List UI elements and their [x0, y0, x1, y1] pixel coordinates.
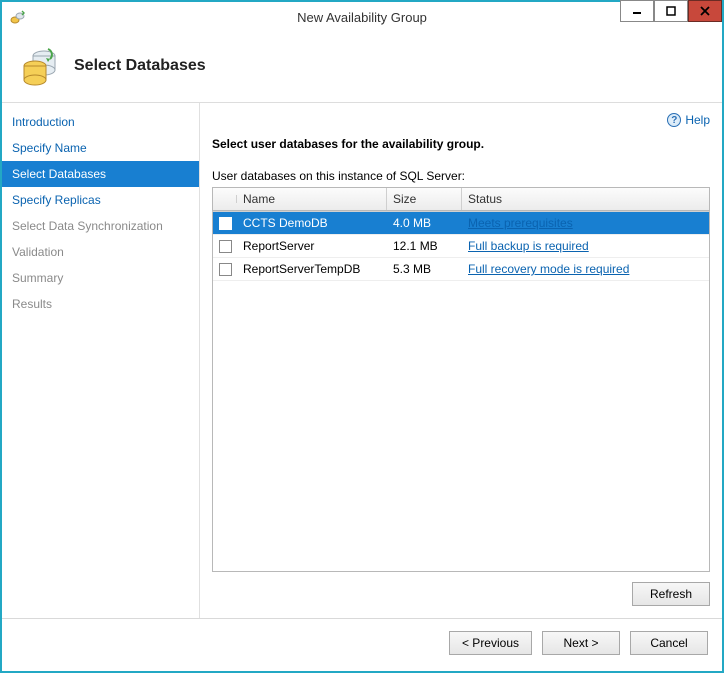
title-bar: New Availability Group: [2, 2, 722, 32]
page-title: Select Databases: [74, 57, 206, 75]
database-icon: [20, 46, 60, 86]
wizard-body: Introduction Specify Name Select Databas…: [2, 103, 722, 618]
row-size: 4.0 MB: [387, 212, 462, 234]
sidebar-item-select-databases[interactable]: Select Databases: [2, 161, 199, 187]
help-link[interactable]: ? Help: [212, 111, 710, 137]
database-grid-header: Name Size Status: [212, 187, 710, 212]
database-grid-body[interactable]: ✔ CCTS DemoDB 4.0 MB Meets prerequisites…: [212, 212, 710, 572]
refresh-button[interactable]: Refresh: [632, 582, 710, 606]
row-checkbox[interactable]: [219, 263, 232, 276]
wizard-header: Select Databases: [2, 32, 722, 103]
row-name: ReportServerTempDB: [237, 258, 387, 280]
help-label: Help: [685, 113, 710, 127]
table-row[interactable]: ✔ CCTS DemoDB 4.0 MB Meets prerequisites: [213, 212, 709, 235]
sidebar-item-validation: Validation: [2, 239, 199, 265]
row-name: CCTS DemoDB: [237, 212, 387, 234]
next-button[interactable]: Next >: [542, 631, 620, 655]
col-size[interactable]: Size: [387, 188, 462, 210]
wizard-footer: < Previous Next > Cancel: [2, 618, 722, 671]
sidebar-item-specify-name[interactable]: Specify Name: [2, 135, 199, 161]
row-size: 12.1 MB: [387, 235, 462, 257]
sidebar-item-specify-replicas[interactable]: Specify Replicas: [2, 187, 199, 213]
row-status-link[interactable]: Full recovery mode is required: [468, 262, 629, 276]
previous-button[interactable]: < Previous: [449, 631, 532, 655]
sidebar: Introduction Specify Name Select Databas…: [2, 103, 200, 618]
row-checkbox[interactable]: [219, 240, 232, 253]
minimize-button[interactable]: [620, 0, 654, 22]
row-status-link[interactable]: Full backup is required: [468, 239, 589, 253]
maximize-button[interactable]: [654, 0, 688, 22]
list-label: User databases on this instance of SQL S…: [212, 169, 710, 183]
sidebar-item-results: Results: [2, 291, 199, 317]
col-name[interactable]: Name: [237, 188, 387, 210]
row-name: ReportServer: [237, 235, 387, 257]
table-row[interactable]: ReportServer 12.1 MB Full backup is requ…: [213, 235, 709, 258]
col-status[interactable]: Status: [462, 188, 709, 210]
row-checkbox[interactable]: ✔: [219, 217, 232, 230]
grid-header-row: Name Size Status: [213, 188, 709, 211]
row-size: 5.3 MB: [387, 258, 462, 280]
help-icon: ?: [667, 113, 681, 127]
close-button[interactable]: [688, 0, 722, 22]
cancel-button[interactable]: Cancel: [630, 631, 708, 655]
sidebar-item-select-data-sync: Select Data Synchronization: [2, 213, 199, 239]
content-pane: ? Help Select user databases for the ava…: [200, 103, 722, 618]
table-row[interactable]: ReportServerTempDB 5.3 MB Full recovery …: [213, 258, 709, 281]
app-icon: [10, 9, 26, 25]
window-buttons: [620, 2, 722, 32]
instruction-text: Select user databases for the availabili…: [212, 137, 710, 151]
sidebar-item-introduction[interactable]: Introduction: [2, 109, 199, 135]
row-status-link[interactable]: Meets prerequisites: [468, 216, 573, 230]
sidebar-item-summary: Summary: [2, 265, 199, 291]
window-title: New Availability Group: [2, 10, 722, 25]
col-check[interactable]: [213, 195, 237, 203]
